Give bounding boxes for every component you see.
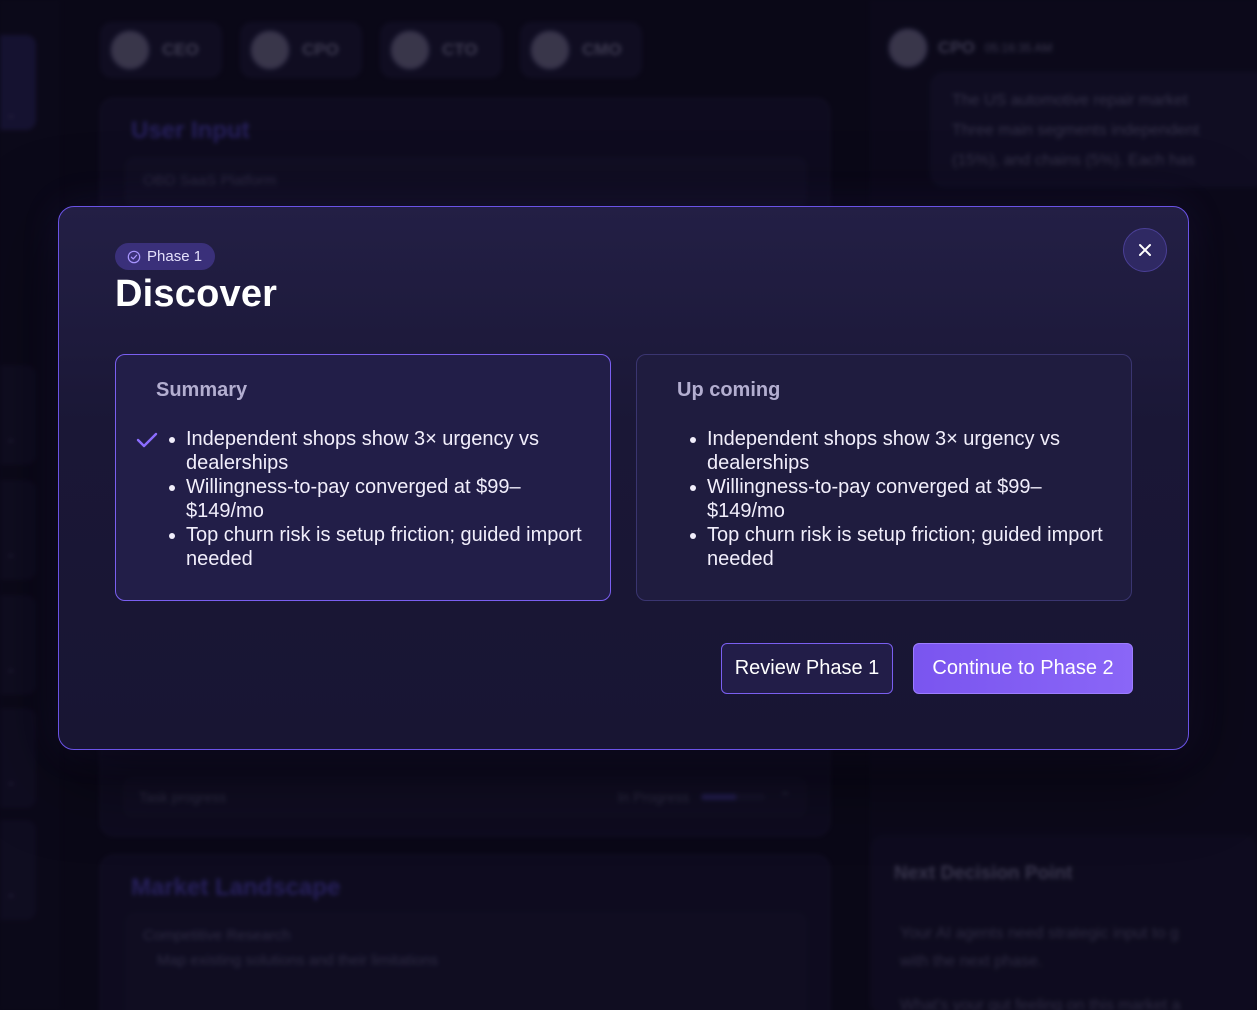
summary-item: Top churn risk is setup friction; guided… bbox=[169, 523, 586, 571]
close-button[interactable] bbox=[1123, 228, 1167, 272]
summary-list: Independent shops show 3× urgency vs dea… bbox=[169, 427, 586, 571]
summary-title: Summary bbox=[156, 379, 248, 401]
phase-badge-label: Phase 1 bbox=[147, 248, 203, 265]
summary-item: Willingness-to-pay converged at $99–$149… bbox=[169, 475, 586, 523]
upcoming-card: Up coming Independent shops show 3× urge… bbox=[636, 354, 1132, 601]
upcoming-title: Up coming bbox=[677, 379, 781, 401]
close-icon bbox=[1139, 244, 1151, 256]
check-circle-icon bbox=[127, 250, 141, 263]
review-phase-button[interactable]: Review Phase 1 bbox=[721, 643, 893, 694]
continue-phase-button[interactable]: Continue to Phase 2 bbox=[913, 643, 1133, 694]
phase-badge: Phase 1 bbox=[115, 243, 216, 270]
modal-title: Discover bbox=[115, 273, 278, 315]
upcoming-list: Independent shops show 3× urgency vs dea… bbox=[690, 427, 1107, 571]
summary-item: Independent shops show 3× urgency vs dea… bbox=[169, 427, 586, 475]
upcoming-item: Independent shops show 3× urgency vs dea… bbox=[690, 427, 1107, 475]
summary-card: Summary Independent shops show 3× urgenc… bbox=[115, 354, 611, 601]
upcoming-item: Willingness-to-pay converged at $99–$149… bbox=[690, 475, 1107, 523]
phase-complete-modal: Phase 1 Discover Summary Independent sho… bbox=[58, 206, 1189, 750]
upcoming-item: Top churn risk is setup friction; guided… bbox=[690, 523, 1107, 571]
checkmark-icon bbox=[136, 432, 158, 448]
